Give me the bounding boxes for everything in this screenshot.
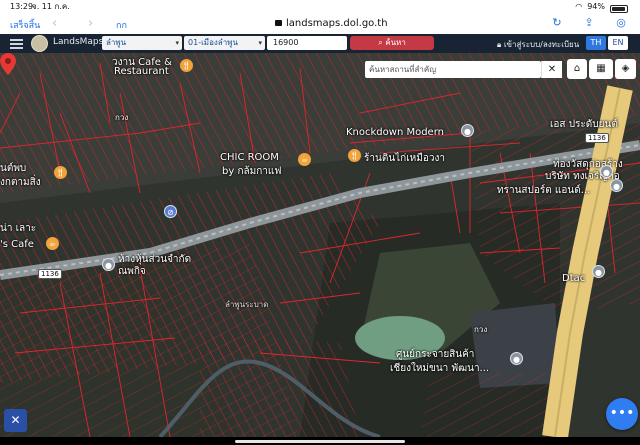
label-left-2: งกตามสิ่ง [0,177,41,188]
label-chic-room: CHIC ROOM [220,152,279,163]
cafe-icon[interactable]: ☕︎ [298,153,311,166]
share-icon[interactable]: ⇪ [583,17,595,29]
status-date: จ. 11 ก.ค. [32,2,70,11]
address-bar[interactable]: landsmaps.dol.go.th [275,18,388,29]
done-button[interactable]: เสร็จสิ้น [10,18,40,32]
province-value: ลำพูน [106,38,127,47]
url-text: landsmaps.dol.go.th [286,18,388,29]
app-header: LandsMaps ลำพูน ▾ 01-เมืองลำพูน ▾ 16900 ⌕ … [0,34,640,53]
location-pin-icon[interactable] [0,53,16,75]
label-restaurant: Restaurant [114,66,169,77]
label-transport: ทรานสปอร์ต แอนด์... [497,185,591,196]
business-icon-2[interactable]: ● [610,179,623,192]
grid-icon[interactable]: ▦ [589,59,613,79]
label-pin: ลำพูนระบาด [225,300,269,309]
map-canvas [0,53,640,437]
shop-icon-left[interactable]: ● [102,258,115,271]
more-dots-icon: ••• [609,405,635,421]
battery-label: 94% [587,2,605,11]
tools-icon[interactable]: ✕ [4,409,27,432]
label-left-1: นต์พบ [0,163,27,174]
battery-fill [612,6,626,11]
label-knockdown: Knockdown Modern [346,127,444,138]
login-link[interactable]: 🔒︎ เข้าสู่ระบบ/ลงทะเบียน [497,38,579,51]
battery-icon [610,4,628,13]
more-options-button[interactable]: ••• [606,398,638,430]
label-left-3: น่า เลาะ [0,223,37,234]
label-dtac: Dtac [562,273,586,284]
dtac-icon[interactable]: ● [592,265,605,278]
warehouse-icon[interactable]: ● [510,352,523,365]
search-icon: ⌕ [378,38,383,47]
route-1136-shield-top: 1136 [585,133,609,143]
business-icon[interactable]: ● [600,165,613,178]
cafe-icon-left[interactable]: ☕︎ [46,237,59,250]
restaurant-icon[interactable]: 🍴︎ [180,59,193,72]
layers-icon[interactable]: ◈ [615,59,636,79]
browser-toolbar: เสร็จสิ้น ‹ › กก landsmaps.dol.go.th ↻ ⇪… [0,14,640,34]
label-left-4: 's Cafe [0,239,34,250]
province-select[interactable]: ลำพูน ▾ [102,36,182,50]
label-khwang: กวง [115,113,129,122]
label-khwang-2: กวง [474,325,488,334]
logo-icon [31,35,48,52]
home-icon[interactable]: ⌂ [567,59,587,79]
status-bar: 13:29 จ. 11 ก.ค. ◠ 94% [0,0,640,14]
wifi-icon: ◠ [575,2,583,11]
district-value: 01-เมืองลำพูน [188,38,238,47]
reload-icon[interactable]: ↻ [551,17,563,29]
close-icon[interactable]: ✕ [541,61,562,78]
label-shop-left-2: ณพกิจ [118,266,146,277]
food-icon-left[interactable]: 🍴︎ [54,166,67,179]
login-label: เข้าสู่ระบบ/ลงทะเบียน [503,40,580,49]
chevron-down-icon: ▾ [175,39,179,47]
route-1136-shield: 1136 [38,269,62,279]
shop-icon[interactable]: ● [461,124,474,137]
parcel-number-input[interactable]: 16900 [267,36,347,50]
search-label: ค้นหา [385,38,406,47]
lang-th-button[interactable]: TH [586,36,606,50]
text-size-button[interactable]: กก [116,18,127,32]
chevron-down-icon: ▾ [258,39,262,47]
label-es: เอส ประดับยนต์ [550,119,618,130]
district-select[interactable]: 01-เมืองลำพูน ▾ [184,36,265,50]
label-center-2: เชียงใหม่ขนา พัฒนา... [390,363,490,374]
label-chic-room-sub: by กล้มกาแฟ [222,166,282,177]
back-icon[interactable]: ‹ [52,16,57,31]
status-right: ◠ 94% [575,0,628,14]
forward-icon[interactable]: › [88,16,93,31]
place-search-input[interactable]: ค้นหาสถานที่สำคัญ [365,61,541,78]
food-icon[interactable]: 🍴︎ [348,149,361,162]
brand-name: LandsMaps [53,37,104,47]
status-time: 13:29 [10,2,34,11]
lang-en-button[interactable]: EN [608,36,628,50]
map-view[interactable]: วงาน Cafe & Restaurant 🍴︎ Knockdown Mode… [0,53,640,437]
lock-icon: 🔒︎ [497,40,502,49]
no-entry-icon: ⊘ [164,205,177,218]
label-shop-thai: ร้านตินไก่เหมือวงา [364,153,445,164]
home-indicator [235,440,405,443]
menu-icon[interactable] [10,39,23,49]
label-center: ศูนย์กระจายสินค้า [396,349,475,360]
search-button[interactable]: ⌕ ค้นหา [350,36,434,50]
compass-icon[interactable]: ◎ [615,17,627,29]
lock-icon [275,20,282,26]
